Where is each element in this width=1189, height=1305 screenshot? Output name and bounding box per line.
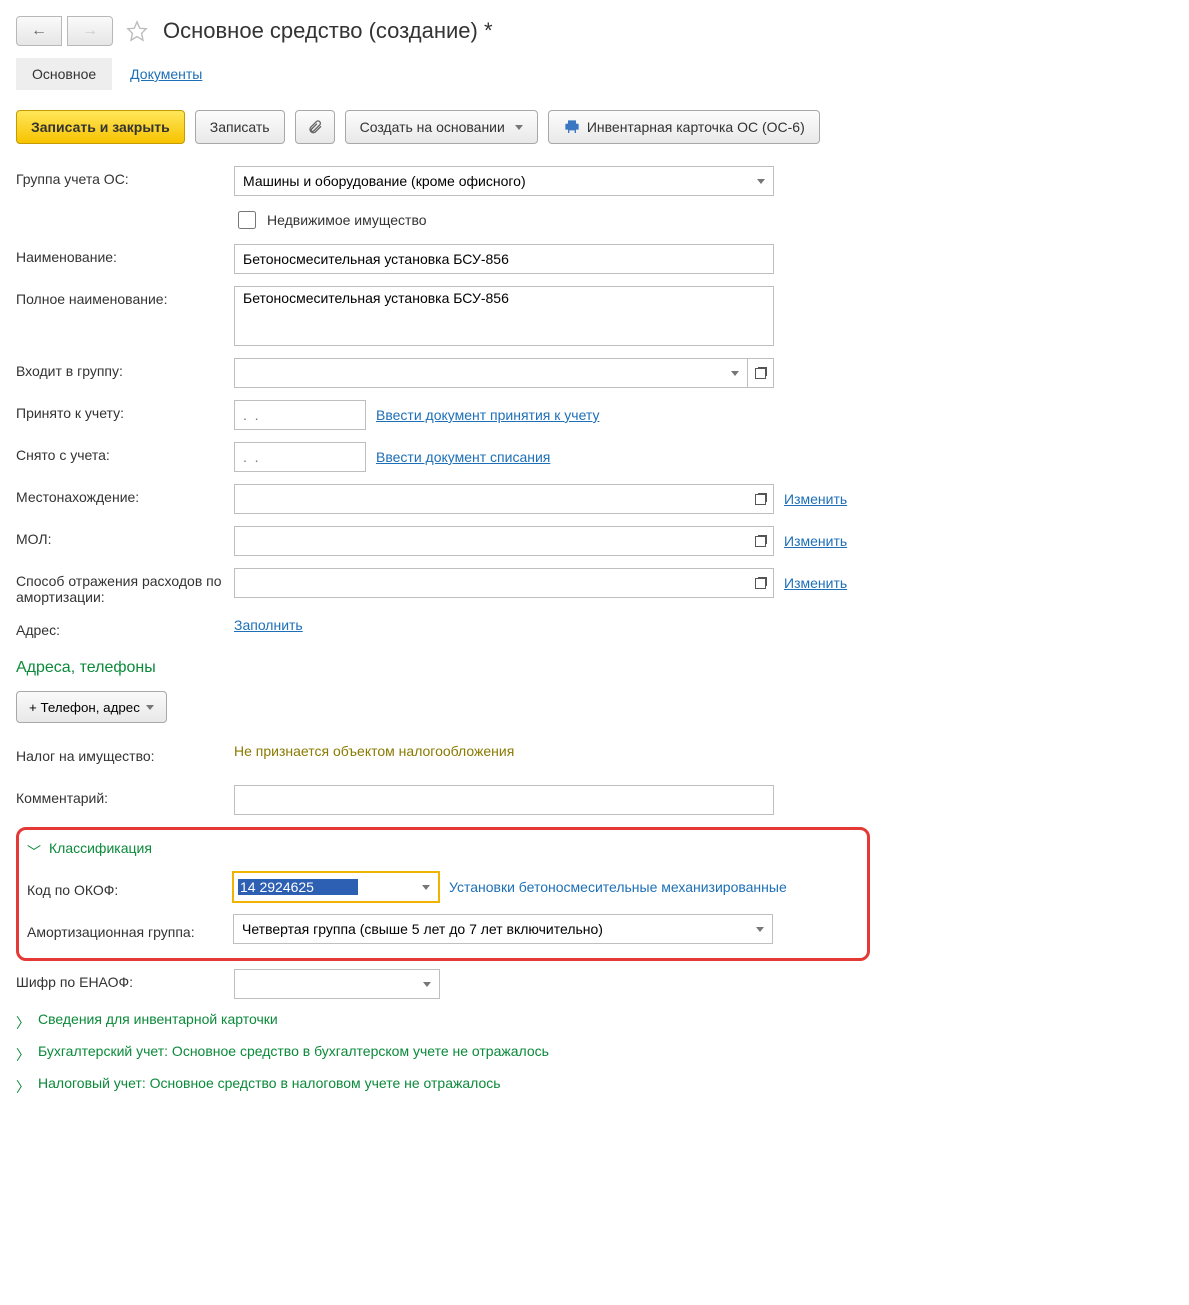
mol-label: МОЛ: — [16, 526, 234, 547]
in-group-dropdown-button[interactable] — [722, 358, 748, 388]
real-estate-checkbox[interactable] — [238, 211, 256, 229]
real-estate-label: Недвижимое имущество — [267, 212, 427, 228]
expense-method-change-link[interactable]: Изменить — [784, 575, 847, 591]
amort-group-input[interactable] — [233, 914, 747, 944]
chevron-down-icon — [146, 705, 154, 710]
chevron-down-icon — [756, 927, 764, 932]
printer-icon — [563, 119, 581, 135]
in-group-open-button[interactable] — [748, 358, 774, 388]
arrow-left-icon: ← — [31, 22, 47, 40]
inventory-section-toggle[interactable]: 〉 Сведения для инвентарной карточки — [16, 1011, 1173, 1033]
location-input[interactable] — [234, 484, 748, 514]
accounting-group-label: Группа учета ОС: — [16, 166, 234, 187]
address-label: Адрес: — [16, 617, 234, 638]
addresses-phones-section: Адреса, телефоны — [16, 659, 1173, 677]
okof-label: Код по ОКОФ: — [27, 877, 233, 898]
amort-group-label: Амортизационная группа: — [27, 919, 233, 940]
attachments-button[interactable] — [295, 110, 335, 144]
open-icon — [755, 536, 766, 547]
bu-section-toggle[interactable]: 〉 Бухгалтерский учет: Основное средство … — [16, 1043, 1173, 1065]
removed-date-input[interactable] — [234, 442, 366, 472]
mol-open-button[interactable] — [748, 526, 774, 556]
removed-document-link[interactable]: Ввести документ списания — [376, 449, 550, 465]
page-title: Основное средство (создание) * — [163, 18, 493, 44]
in-group-label: Входит в группу: — [16, 358, 234, 379]
location-change-link[interactable]: Изменить — [784, 491, 847, 507]
amort-group-dropdown-button[interactable] — [747, 914, 773, 944]
location-open-button[interactable] — [748, 484, 774, 514]
save-and-close-button[interactable]: Записать и закрыть — [16, 110, 185, 144]
accepted-document-link[interactable]: Ввести документ принятия к учету — [376, 407, 599, 423]
comment-input[interactable] — [234, 785, 774, 815]
add-phone-address-button[interactable]: + Телефон, адрес — [16, 691, 167, 723]
property-tax-value: Не признается объектом налогообложения — [234, 743, 514, 759]
chevron-down-icon — [422, 885, 430, 890]
inventory-card-button[interactable]: Инвентарная карточка ОС (ОС-6) — [548, 110, 820, 144]
nav-back-button[interactable]: ← — [16, 16, 62, 46]
chevron-down-icon: ﹀ — [27, 842, 41, 862]
chevron-right-icon: 〉 — [16, 1077, 30, 1097]
enaof-input[interactable] — [234, 969, 414, 999]
chevron-down-icon — [423, 982, 431, 987]
save-button[interactable]: Записать — [195, 110, 285, 144]
nu-section-toggle[interactable]: 〉 Налоговый учет: Основное средство в на… — [16, 1075, 1173, 1097]
removed-label: Снято с учета: — [16, 442, 234, 463]
expense-method-input[interactable] — [234, 568, 748, 598]
open-icon — [755, 368, 766, 379]
enaof-label: Шифр по ЕНАОФ: — [16, 969, 234, 990]
chevron-down-icon — [731, 371, 739, 376]
name-input[interactable] — [234, 244, 774, 274]
accounting-group-dropdown-button[interactable] — [748, 166, 774, 196]
star-icon — [126, 20, 148, 42]
create-based-on-button[interactable]: Создать на основании — [345, 110, 538, 144]
classification-toggle[interactable]: ﹀ Классификация — [27, 840, 859, 862]
chevron-right-icon: 〉 — [16, 1045, 30, 1065]
full-name-label: Полное наименование: — [16, 286, 234, 307]
address-fill-link[interactable]: Заполнить — [234, 617, 303, 633]
accepted-date-input[interactable] — [234, 400, 366, 430]
nav-forward-button[interactable]: → — [67, 16, 113, 46]
okof-input[interactable]: 14 2924625 — [233, 872, 413, 902]
expense-method-label: Способ отражения расходов по амортизации… — [16, 568, 234, 605]
okof-dropdown-button[interactable] — [413, 872, 439, 902]
chevron-right-icon: 〉 — [16, 1013, 30, 1033]
name-label: Наименование: — [16, 244, 234, 265]
paperclip-icon — [307, 118, 323, 136]
in-group-input[interactable] — [234, 358, 722, 388]
comment-label: Комментарий: — [16, 785, 234, 806]
arrow-right-icon: → — [82, 22, 98, 40]
tab-main[interactable]: Основное — [16, 58, 112, 90]
classification-highlight-box: ﹀ Классификация Код по ОКОФ: 14 2924625 … — [16, 827, 870, 961]
okof-description-link[interactable]: Установки бетоносмесительные механизиров… — [449, 879, 787, 895]
accepted-label: Принято к учету: — [16, 400, 234, 421]
enaof-dropdown-button[interactable] — [414, 969, 440, 999]
open-icon — [755, 494, 766, 505]
location-label: Местонахождение: — [16, 484, 234, 505]
accounting-group-input[interactable] — [234, 166, 748, 196]
favorite-star-button[interactable] — [123, 17, 151, 45]
tab-documents[interactable]: Документы — [114, 58, 218, 90]
expense-method-open-button[interactable] — [748, 568, 774, 598]
chevron-down-icon — [757, 179, 765, 184]
mol-input[interactable] — [234, 526, 748, 556]
open-icon — [755, 578, 766, 589]
mol-change-link[interactable]: Изменить — [784, 533, 847, 549]
full-name-textarea[interactable] — [234, 286, 774, 346]
property-tax-label: Налог на имущество: — [16, 743, 234, 764]
